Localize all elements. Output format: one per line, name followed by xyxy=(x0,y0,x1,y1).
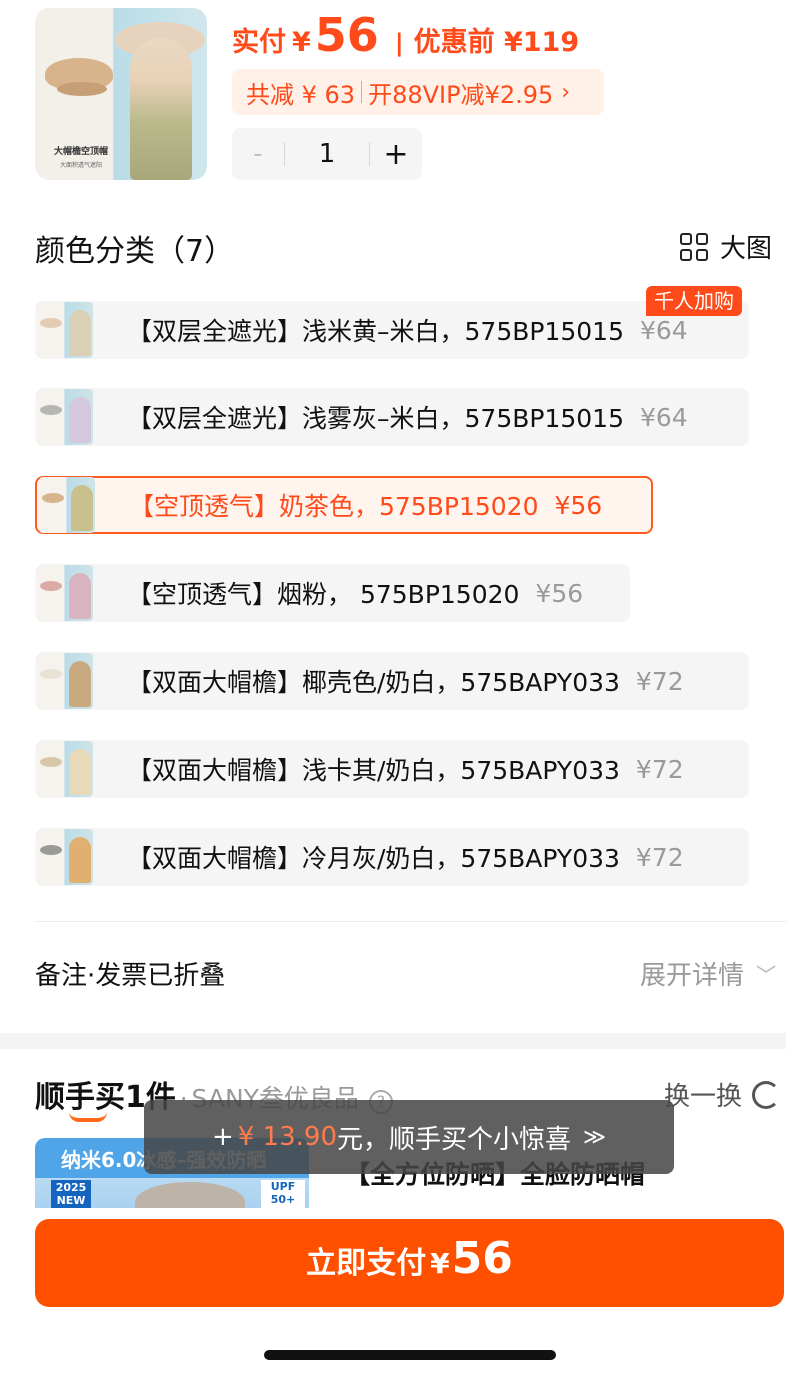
discount-pill[interactable]: 共减 ¥ 63 开88VIP减¥2.95 › xyxy=(232,69,604,115)
thumbnail-caption: 大帽檐空顶帽 xyxy=(53,147,108,157)
color-option[interactable]: 【双层全遮光】浅米黄–米白，575BP15015 ¥64 xyxy=(35,301,749,359)
refresh-icon xyxy=(752,1080,780,1109)
color-option[interactable]: 【双层全遮光】浅雾灰–米白，575BP15015 ¥64 xyxy=(35,388,749,446)
expand-details-button[interactable]: 展开详情 ﹀ xyxy=(640,955,776,992)
color-option-thumbnail xyxy=(37,565,93,621)
hat-image xyxy=(40,757,62,767)
model-image xyxy=(71,485,93,531)
decrement-button[interactable]: - xyxy=(232,139,284,169)
chevron-down-icon: ﹀ xyxy=(756,963,776,987)
color-option-price: ¥56 xyxy=(554,490,603,520)
color-option-label: 【双面大帽檐】浅卡其/奶白，575BAPY033 xyxy=(127,756,620,785)
color-option-label: 【空顶透气】奶茶色，575BP15020 xyxy=(129,492,539,521)
currency-symbol: ¥ xyxy=(292,27,311,58)
color-option-price: ¥72 xyxy=(635,754,684,784)
big-image-toggle[interactable]: 大图 xyxy=(680,228,772,265)
pay-amount: 56 xyxy=(314,8,379,62)
hat-image xyxy=(40,581,62,591)
pay-now-button[interactable]: 立即支付 ¥ 56 xyxy=(35,1219,784,1307)
hat-image xyxy=(135,1182,245,1208)
toast-text: 元，顺手买个小惊喜 xyxy=(337,1124,572,1155)
model-image xyxy=(69,310,91,356)
model-image xyxy=(69,397,91,443)
color-section-title: 颜色分类（7） xyxy=(35,234,235,269)
color-option-thumbnail xyxy=(37,741,93,797)
pay-now-currency: ¥ xyxy=(430,1247,450,1280)
price-row: 实付 ¥ 56 | 优惠前 ¥119 xyxy=(232,12,579,59)
quantity-value[interactable]: 1 xyxy=(285,139,369,169)
pay-now-amount: 56 xyxy=(451,1233,513,1284)
color-option[interactable]: 【双面大帽檐】椰壳色/奶白，575BAPY033 ¥72 xyxy=(35,652,749,710)
big-image-label: 大图 xyxy=(720,234,773,264)
thumbnail-subcaption: 大面积透气遮阳 xyxy=(59,162,102,169)
expand-details-label: 展开详情 xyxy=(639,961,744,991)
hat-image xyxy=(40,845,62,855)
chevron-down-icon: ≫ xyxy=(583,1124,607,1150)
color-option-price: ¥72 xyxy=(635,666,684,696)
vip-discount: 开88VIP减¥2.95 xyxy=(368,80,554,109)
hat-brim-image xyxy=(57,82,107,96)
model-image xyxy=(69,573,91,619)
color-option-label: 【空顶透气】烟粉， 575BP15020 xyxy=(127,580,520,609)
divider xyxy=(35,921,786,922)
product-thumbnail[interactable]: 大帽檐空顶帽 大面积透气遮阳 xyxy=(35,8,207,180)
upf-badge: UPF 50+ xyxy=(261,1180,305,1208)
color-option-label: 【双层全遮光】浅米黄–米白，575BP15015 xyxy=(127,317,624,346)
model-image xyxy=(130,38,192,180)
color-option-label: 【双层全遮光】浅雾灰–米白，575BP15015 xyxy=(127,404,624,433)
color-option[interactable]: 【双面大帽檐】浅卡其/奶白，575BAPY033 ¥72 xyxy=(35,740,749,798)
quantity-stepper: - 1 + xyxy=(232,128,422,180)
home-indicator xyxy=(264,1350,556,1360)
color-option[interactable]: 【空顶透气】烟粉， 575BP15020 ¥56 xyxy=(35,564,630,622)
pay-label: 实付 xyxy=(232,27,286,58)
color-option-price: ¥64 xyxy=(639,402,688,432)
hat-image xyxy=(40,669,62,679)
color-option-price: ¥56 xyxy=(535,578,584,608)
increment-button[interactable]: + xyxy=(370,137,422,172)
color-option-label: 【双面大帽檐】冷月灰/奶白，575BAPY033 xyxy=(127,844,620,873)
color-option-thumbnail xyxy=(39,477,95,533)
discount-divider xyxy=(361,81,363,103)
popular-badge: 千人加购 xyxy=(646,286,742,316)
swap-label: 换一换 xyxy=(663,1082,742,1112)
swap-button[interactable]: 换一换 xyxy=(664,1076,780,1113)
discount-total: 共减 ¥ 63 xyxy=(246,80,356,109)
original-price: 优惠前 ¥119 xyxy=(413,27,580,58)
model-image xyxy=(69,749,91,795)
hat-image xyxy=(42,493,64,503)
year-badge: 2025 NEW xyxy=(51,1180,91,1208)
color-option-label: 【双面大帽檐】椰壳色/奶白，575BAPY033 xyxy=(127,668,620,697)
section-gap xyxy=(0,1033,786,1049)
color-option-thumbnail xyxy=(37,829,93,885)
model-image xyxy=(69,661,91,707)
color-option-price: ¥72 xyxy=(635,842,684,872)
hat-image xyxy=(40,405,62,415)
chevron-right-icon: › xyxy=(561,79,571,105)
color-option[interactable]: 【空顶透气】奶茶色，575BP15020 ¥56 xyxy=(35,476,653,534)
color-option[interactable]: 【双面大帽檐】冷月灰/奶白，575BAPY033 ¥72 xyxy=(35,828,749,886)
color-option-thumbnail xyxy=(37,389,93,445)
hat-image xyxy=(40,318,62,328)
color-option-price: ¥64 xyxy=(639,315,688,345)
smile-icon xyxy=(69,1112,107,1122)
toast-amount: ¥ 13.90 xyxy=(237,1122,337,1152)
price-separator: | xyxy=(394,29,404,57)
grid-icon xyxy=(680,232,708,261)
upsell-toast[interactable]: + ¥ 13.90 元，顺手买个小惊喜 ≫ xyxy=(144,1100,674,1174)
model-image xyxy=(69,837,91,883)
color-option-thumbnail xyxy=(37,302,93,358)
remark-invoice-label[interactable]: 备注·发票已折叠 xyxy=(35,955,225,992)
pay-now-label: 立即支付 xyxy=(306,1246,427,1281)
color-option-thumbnail xyxy=(37,653,93,709)
toast-plus: + xyxy=(211,1122,234,1152)
